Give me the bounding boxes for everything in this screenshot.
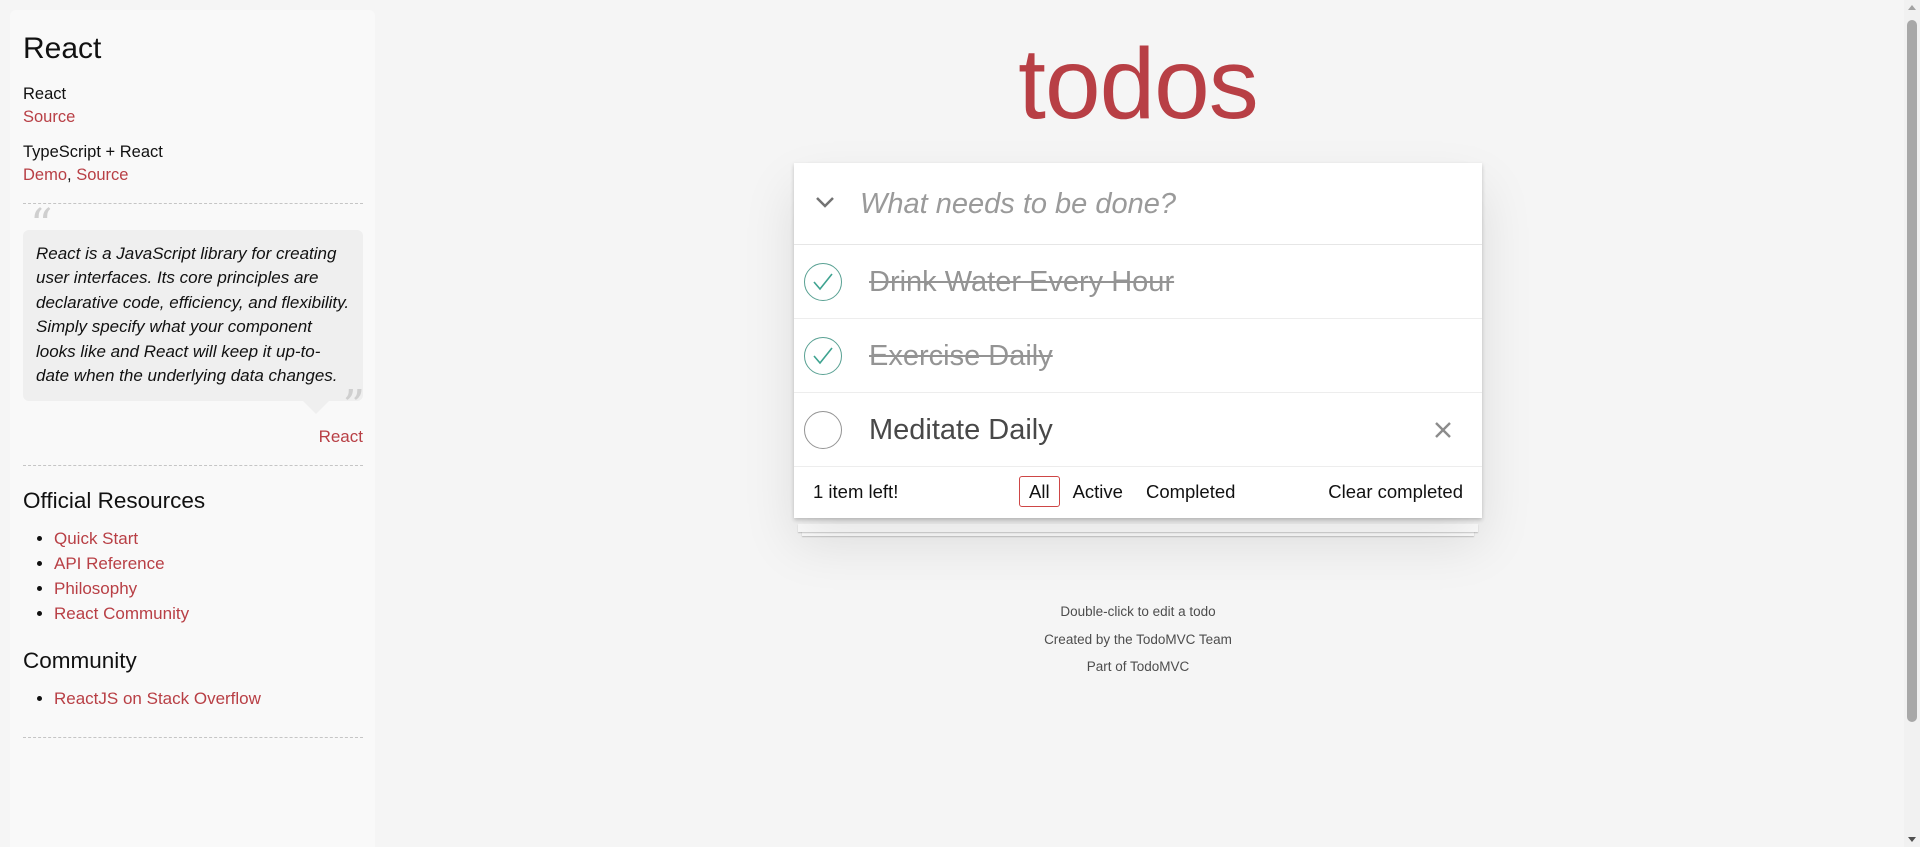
philosophy-link[interactable]: Philosophy bbox=[54, 579, 137, 598]
open-quote-icon: “ bbox=[30, 199, 53, 251]
quote-source: React bbox=[23, 427, 363, 447]
toggle-all-button[interactable] bbox=[810, 187, 840, 217]
app-title: todos bbox=[1018, 28, 1259, 140]
todo-toggle-checkbox[interactable] bbox=[804, 337, 842, 375]
filter-all[interactable]: All bbox=[1019, 476, 1060, 507]
scroll-up-arrow-icon[interactable] bbox=[1908, 5, 1916, 10]
todo-footer: 1 item left! All Active Completed Clear … bbox=[794, 467, 1482, 518]
react-source-link[interactable]: Source bbox=[23, 108, 75, 126]
official-resources-heading: Official Resources bbox=[23, 487, 206, 513]
sidebar: React React Source TypeScript + React De… bbox=[10, 10, 375, 847]
example-links: Demo, Source bbox=[23, 164, 363, 187]
todo-label[interactable]: Meditate Daily bbox=[869, 393, 1053, 467]
chevron-down-icon bbox=[816, 197, 834, 208]
divider bbox=[23, 464, 363, 466]
list-item: ReactJS on Stack Overflow bbox=[54, 686, 363, 711]
community-heading: Community bbox=[23, 647, 137, 673]
checkmark-icon bbox=[813, 273, 833, 291]
info-edit-hint: Double-click to edit a todo bbox=[1060, 604, 1216, 619]
todo-toggle-checkbox[interactable] bbox=[804, 263, 842, 301]
close-quote-icon: ” bbox=[342, 380, 366, 432]
filter-active[interactable]: Active bbox=[1063, 476, 1133, 507]
list-item: Philosophy bbox=[54, 576, 363, 601]
new-todo-input[interactable] bbox=[860, 163, 1460, 245]
stack-overflow-link[interactable]: ReactJS on Stack Overflow bbox=[54, 689, 261, 708]
api-reference-link[interactable]: API Reference bbox=[54, 554, 165, 573]
todo-label[interactable]: Drink Water Every Hour bbox=[869, 245, 1174, 319]
list-item: Quick Start bbox=[54, 526, 363, 551]
divider bbox=[23, 202, 363, 204]
scroll-down-arrow-icon[interactable] bbox=[1908, 837, 1916, 842]
ts-source-link[interactable]: Source bbox=[76, 166, 128, 184]
sidebar-title: React bbox=[23, 32, 102, 65]
quote-text: React is a JavaScript library for creati… bbox=[36, 243, 350, 386]
example-links: Source bbox=[23, 106, 363, 129]
stack-shadow bbox=[798, 524, 1478, 532]
community-list: ReactJS on Stack Overflow bbox=[23, 686, 363, 711]
example-typescript-react: TypeScript + React Demo, Source bbox=[23, 141, 363, 187]
list-item: React Community bbox=[54, 601, 363, 626]
example-react: React Source bbox=[23, 83, 363, 129]
new-todo-row bbox=[794, 163, 1482, 245]
items-left-count: 1 item left! bbox=[813, 481, 899, 502]
todo-item: Exercise Daily bbox=[794, 319, 1482, 393]
info-credits: Created by the TodoMVC Team bbox=[1044, 631, 1232, 647]
list-item: API Reference bbox=[54, 551, 363, 576]
close-icon bbox=[1435, 422, 1451, 438]
todo-item: Drink Water Every Hour bbox=[794, 245, 1482, 319]
example-name: React bbox=[23, 84, 67, 103]
filter-tabs: All Active Completed bbox=[1019, 476, 1245, 507]
quote-block: “ React is a JavaScript library for crea… bbox=[23, 203, 365, 447]
todo-label[interactable]: Exercise Daily bbox=[869, 319, 1053, 393]
delete-todo-button[interactable] bbox=[1428, 415, 1458, 445]
ts-demo-link[interactable]: Demo bbox=[23, 166, 67, 184]
vertical-scrollbar[interactable] bbox=[1904, 0, 1920, 847]
official-resources-list: Quick Start API Reference Philosophy Rea… bbox=[23, 526, 363, 626]
info-part-of: Part of TodoMVC bbox=[1086, 659, 1190, 674]
clear-completed-button[interactable]: Clear completed bbox=[1328, 481, 1463, 503]
checkmark-icon bbox=[813, 347, 833, 365]
todo-app: Drink Water Every Hour Exercise Daily Me… bbox=[794, 163, 1482, 518]
filter-completed[interactable]: Completed bbox=[1136, 476, 1245, 507]
todo-item: Meditate Daily bbox=[794, 393, 1482, 467]
scrollbar-thumb[interactable] bbox=[1907, 20, 1917, 722]
quote: “ React is a JavaScript library for crea… bbox=[23, 203, 365, 428]
react-community-link[interactable]: React Community bbox=[54, 604, 189, 623]
divider bbox=[23, 736, 363, 738]
quick-start-link[interactable]: Quick Start bbox=[54, 529, 138, 548]
todo-toggle-checkbox[interactable] bbox=[804, 411, 842, 449]
info-footer: Double-click to edit a todo Created by t… bbox=[794, 598, 1482, 681]
example-name: TypeScript + React bbox=[23, 142, 163, 161]
link-separator: , bbox=[67, 165, 77, 184]
